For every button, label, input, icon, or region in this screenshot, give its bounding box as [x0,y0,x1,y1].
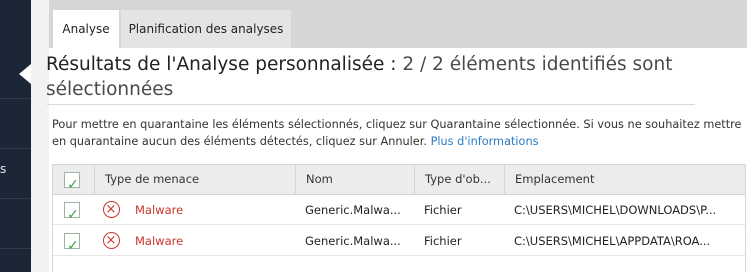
threat-type-label: Malware [135,234,184,248]
description: Pour mettre en quarantaine les éléments … [52,116,742,150]
threat-x-icon: × [103,201,120,218]
rail-divider [0,98,31,99]
tab-analyse[interactable]: Analyse [53,10,119,48]
rail-item-label[interactable]: s [0,162,6,176]
column-header-emplacement[interactable]: Emplacement [504,165,745,194]
main-content: Résultats de l'Analyse personnalisée : 2… [46,48,747,272]
threat-type-cell: × Malware [94,226,294,256]
checkmark-icon: ✓ [67,177,79,193]
name-cell: Generic.Malwa... [305,203,401,217]
left-rail: s [0,0,31,272]
select-all-cell: ✓ [53,165,93,195]
more-info-link[interactable]: Plus d'informations [431,135,539,148]
title-main: Résultats de l'Analyse personnalisée : [46,54,397,75]
tab-planification[interactable]: Planification des analyses [121,10,291,48]
page-title: Résultats de l'Analyse personnalisée : 2… [46,52,706,102]
threat-x-icon: × [103,232,120,249]
rail-divider [0,248,31,249]
object-type-cell: Fichier [424,234,462,248]
location-cell: C:\USERS\MICHEL\DOWNLOADS\P... [514,203,717,217]
selected-nav-indicator [19,64,31,84]
rail-divider [0,148,31,149]
row-check-cell: ✓ [53,195,93,225]
tab-bar: Analyse Planification des analyses [49,0,747,48]
description-text: Pour mettre en quarantaine les éléments … [52,118,742,148]
name-cell: Generic.Malwa... [305,234,401,248]
column-header-nom[interactable]: Nom [295,165,413,194]
threat-type-label: Malware [135,203,184,217]
row-checkbox[interactable]: ✓ [64,202,80,223]
object-type-cell: Fichier [424,203,462,217]
select-all-checkbox[interactable]: ✓ [64,172,80,193]
results-table: ✓ Type de menace Nom Type d'ob... Emplac… [52,164,746,272]
rail-gap [31,0,49,272]
table-row[interactable]: ✓ × Malware Generic.Malwa... Fichier C:\… [53,195,745,225]
row-checkbox[interactable]: ✓ [64,233,80,254]
title-divider [47,104,695,105]
checkmark-icon: ✓ [67,238,79,254]
column-header-type[interactable]: Type de menace [94,165,294,194]
column-header-type-objet[interactable]: Type d'ob... [414,165,503,194]
location-cell: C:\USERS\MICHEL\APPDATA\ROA... [514,234,711,248]
checkmark-icon: ✓ [67,207,79,223]
table-row[interactable]: ✓ × Malware Generic.Malwa... Fichier C:\… [53,226,745,256]
rail-divider [0,198,31,199]
threat-type-cell: × Malware [94,195,294,225]
row-check-cell: ✓ [53,226,93,256]
table-header: ✓ Type de menace Nom Type d'ob... Emplac… [53,165,745,195]
